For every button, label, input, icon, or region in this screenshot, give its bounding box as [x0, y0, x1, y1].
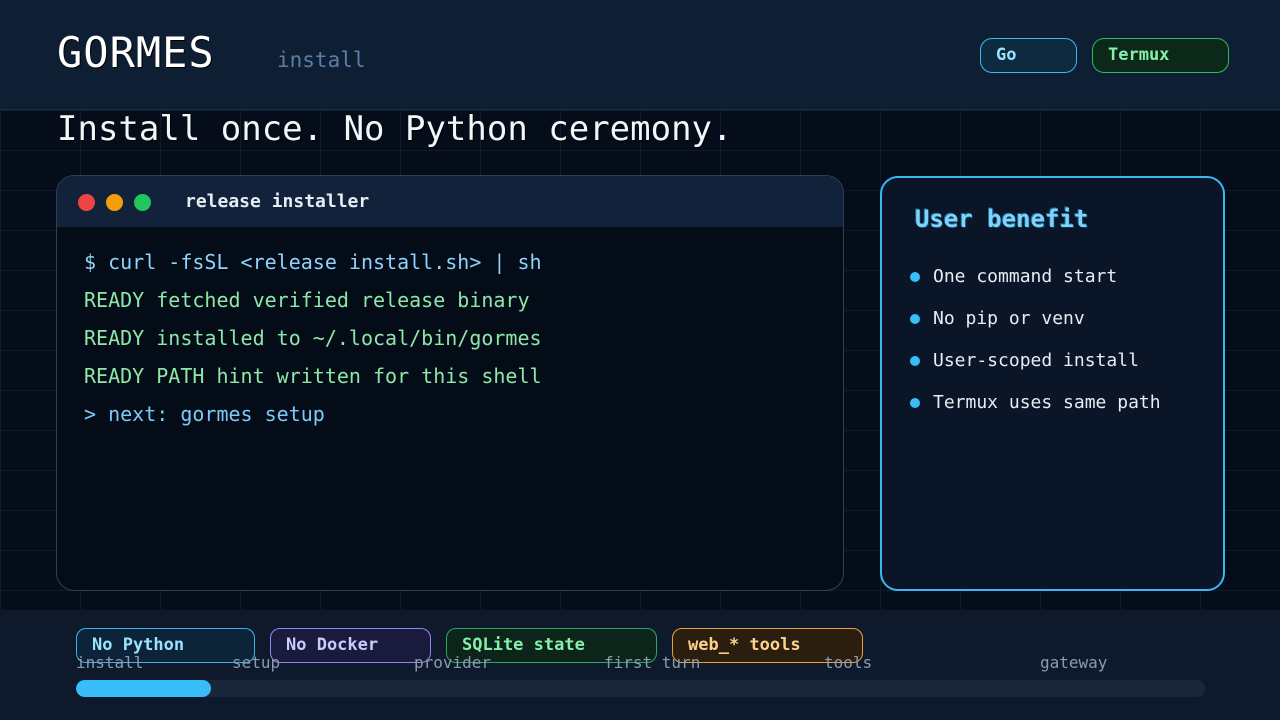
footer-bar: No Python No Docker SQLite state web_* t…	[0, 610, 1280, 720]
terminal-window: release installer $ curl -fsSL <release …	[56, 175, 844, 591]
terminal-output: $ curl -fsSL <release install.sh> | sh R…	[84, 243, 542, 433]
page-subtitle: install	[277, 48, 366, 72]
benefit-text: Termux uses same path	[933, 392, 1161, 413]
step-setup: setup	[232, 653, 281, 672]
top-header: GORMES install Go Termux	[0, 0, 1280, 110]
maximize-window-dot[interactable]	[134, 194, 151, 211]
benefit-text: User-scoped install	[933, 350, 1139, 371]
benefit-text: No pip or venv	[933, 308, 1085, 329]
panel-title: User benefit	[915, 205, 1089, 233]
bullet-dot-icon	[910, 314, 920, 324]
progress-track	[76, 680, 1205, 697]
benefit-text: One command start	[933, 266, 1118, 287]
user-benefit-panel: User benefit One command start No pip or…	[880, 176, 1225, 591]
chip-no-docker[interactable]: No Docker	[270, 628, 431, 663]
terminal-title-bar: release installer	[57, 176, 843, 227]
step-gateway: gateway	[1040, 653, 1108, 672]
bullet-dot-icon	[910, 398, 920, 408]
pill-go[interactable]: Go	[980, 38, 1077, 73]
close-window-dot[interactable]	[78, 194, 95, 211]
bullet-dot-icon	[910, 356, 920, 366]
step-first-turn: first turn	[604, 653, 701, 672]
pill-termux[interactable]: Termux	[1092, 38, 1229, 73]
terminal-ready-line: READY PATH hint written for this shell	[84, 364, 542, 388]
bullet-dot-icon	[910, 272, 920, 282]
progress-fill	[76, 680, 212, 697]
brand-title: GORMES	[57, 28, 215, 77]
terminal-title: release installer	[185, 191, 370, 212]
headline: Install once. No Python ceremony.	[57, 109, 733, 149]
step-tools: tools	[824, 653, 873, 672]
step-provider: provider	[414, 653, 492, 672]
terminal-ready-line: READY fetched verified release binary	[84, 288, 530, 312]
terminal-command-line: $ curl -fsSL <release install.sh> | sh	[84, 250, 542, 274]
terminal-ready-line: READY installed to ~/.local/bin/gormes	[84, 326, 542, 350]
terminal-next-line: > next: gormes setup	[84, 402, 325, 426]
step-install: install	[76, 653, 144, 672]
minimize-window-dot[interactable]	[106, 194, 123, 211]
